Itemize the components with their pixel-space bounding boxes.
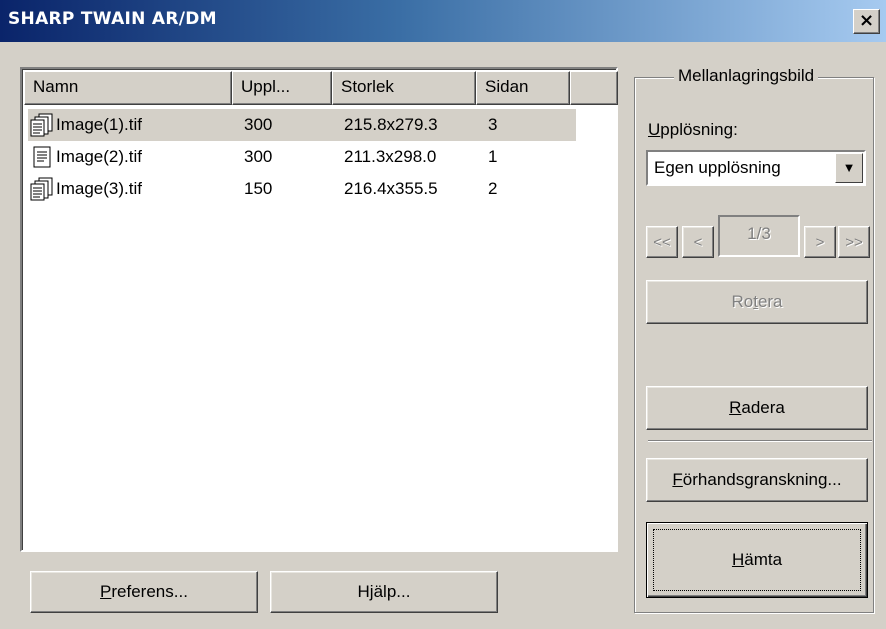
- rotate-label: Rotera: [731, 292, 783, 311]
- delete-label: Radera: [729, 398, 785, 417]
- file-pages: 3: [488, 115, 498, 134]
- page-indicator: 1/3: [718, 215, 800, 257]
- preview-label: Förhandsgranskning...: [672, 470, 842, 489]
- file-size: 216.4x355.5: [344, 179, 438, 198]
- list-item[interactable]: Image(3).tif 150 216.4x355.5 2: [28, 173, 576, 205]
- preferences-button[interactable]: Preferens...: [30, 571, 258, 613]
- resolution-value: Egen upplösning: [654, 158, 781, 177]
- list-item[interactable]: Image(1).tif 300 215.8x279.3 3: [28, 109, 576, 141]
- prev-page-button[interactable]: <: [682, 226, 714, 258]
- column-header-filler: [570, 71, 618, 105]
- file-resolution: 300: [244, 115, 273, 134]
- single-page-doc-icon: [33, 146, 51, 168]
- file-resolution: 300: [244, 147, 273, 166]
- focus-rect: [653, 529, 861, 591]
- rotate-button[interactable]: Rotera: [646, 280, 868, 324]
- resolution-select[interactable]: Egen upplösning ▼: [646, 150, 866, 186]
- list-item[interactable]: Image(2).tif 300 211.3x298.0 1: [28, 141, 576, 173]
- file-resolution: 150: [244, 179, 273, 198]
- delete-button[interactable]: Radera: [646, 386, 868, 430]
- file-pages: 2: [488, 179, 498, 198]
- multi-page-doc-icon: [30, 113, 53, 137]
- preview-button[interactable]: Förhandsgranskning...: [646, 458, 868, 502]
- fetch-button[interactable]: Hämta: [646, 522, 868, 598]
- column-header-size[interactable]: Storlek: [332, 71, 476, 105]
- file-size: 215.8x279.3: [344, 115, 438, 134]
- title-bar: SHARP TWAIN AR/DM ×: [0, 0, 886, 42]
- close-button[interactable]: ×: [853, 9, 880, 34]
- last-page-button[interactable]: >>: [838, 226, 870, 258]
- file-name: Image(2).tif: [56, 147, 142, 166]
- file-pages: 1: [488, 147, 498, 166]
- file-name: Image(3).tif: [56, 179, 142, 198]
- file-name: Image(1).tif: [56, 115, 142, 134]
- next-page-button[interactable]: >: [804, 226, 836, 258]
- column-header-name[interactable]: Namn: [24, 71, 232, 105]
- divider: [648, 440, 872, 442]
- resolution-label: Upplösning:: [648, 120, 738, 139]
- file-list[interactable]: Namn Uppl... Storlek Sidan Image(1).tif …: [20, 67, 618, 552]
- group-title: Mellanlagringsbild: [674, 66, 819, 86]
- preferences-label: Preferens...: [100, 582, 188, 601]
- dropdown-button[interactable]: ▼: [835, 153, 863, 183]
- help-button[interactable]: Hjälp...: [270, 571, 498, 613]
- file-size: 211.3x298.0: [344, 147, 437, 166]
- list-header: Namn Uppl... Storlek Sidan: [24, 71, 618, 105]
- chevron-down-icon: ▼: [842, 160, 856, 175]
- close-icon: ×: [858, 10, 875, 31]
- window-title: SHARP TWAIN AR/DM: [8, 9, 217, 29]
- first-page-button[interactable]: <<: [646, 226, 678, 258]
- multi-page-doc-icon: [30, 177, 53, 201]
- column-header-pages[interactable]: Sidan: [476, 71, 570, 105]
- column-header-resolution[interactable]: Uppl...: [232, 71, 332, 105]
